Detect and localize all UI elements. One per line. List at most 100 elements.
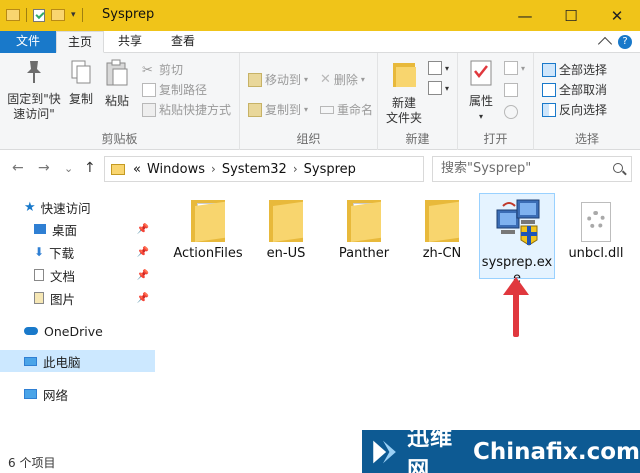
new-folder-label: 新建 文件夹 (385, 96, 422, 125)
select-none-label: 全部取消 (559, 83, 608, 97)
pin-icon[interactable]: 📌 (137, 270, 149, 281)
search-input[interactable]: 搜索"Sysprep" (432, 156, 632, 182)
invert-selection-label: 反向选择 (559, 103, 608, 117)
paste-shortcut-button[interactable]: 粘贴快捷方式 (142, 101, 231, 118)
folder-icon (425, 200, 459, 242)
ribbon: 固定到"快速访问" 复制 粘贴 ✂ 剪切 复制路径 粘贴快捷方式 剪贴板 移动到… (0, 53, 640, 150)
address-overflow[interactable]: « (133, 162, 141, 177)
nav-item-desktop[interactable]: 桌面 📌 (0, 218, 155, 240)
edit-button[interactable] (504, 83, 518, 97)
tab-home[interactable]: 主页 (56, 31, 104, 53)
pin-icon[interactable]: 📌 (137, 247, 149, 258)
nav-network[interactable]: 网络 (0, 383, 155, 405)
chevron-down-icon: ▾ (360, 75, 365, 84)
clipboard-group: 固定到"快速访问" 复制 粘贴 ✂ 剪切 复制路径 粘贴快捷方式 剪贴板 (0, 53, 240, 150)
breadcrumb-system32[interactable]: System32 (222, 162, 287, 177)
minimize-button[interactable]: — (502, 0, 548, 31)
tab-share[interactable]: 共享 (110, 31, 150, 53)
breadcrumb-windows[interactable]: Windows (147, 162, 205, 177)
easy-access-button[interactable]: ▾ (428, 81, 449, 95)
file-item-zh-cn[interactable]: zh-CN (406, 194, 478, 262)
paste-label: 粘贴 (104, 94, 129, 108)
open-button[interactable]: ▾ (504, 61, 525, 75)
copy-path-button[interactable]: 复制路径 (142, 81, 207, 98)
file-item-actionfiles[interactable]: ActionFiles (172, 194, 244, 262)
documents-icon (34, 269, 44, 281)
edit-icon (504, 83, 518, 97)
nav-item-documents[interactable]: 文档 📌 (0, 264, 155, 286)
file-item-unbcl-dll[interactable]: unbcl.dll (558, 194, 634, 262)
copy-button[interactable]: 复制 (64, 59, 98, 107)
star-icon: ★ (24, 199, 36, 215)
invert-selection-button[interactable]: 反向选择 (542, 101, 607, 118)
chinafix-logo (373, 440, 396, 463)
move-to-button[interactable]: 移动到 ▾ (248, 71, 308, 88)
select-none-button[interactable]: 全部取消 (542, 81, 607, 98)
watermark: 迅维网 Chinafix.com (362, 426, 640, 473)
help-icon[interactable]: ? (618, 34, 632, 49)
tab-view[interactable]: 查看 (160, 31, 206, 53)
rename-button[interactable]: 重命名 (320, 101, 373, 118)
toolbar-divider (26, 8, 27, 22)
computer-icon (24, 356, 37, 366)
forward-button[interactable]: → (38, 160, 50, 176)
nav-item-downloads[interactable]: ⬇ 下载 📌 (0, 241, 155, 263)
file-item-sysprep-exe[interactable]: sysprep.exe (479, 193, 555, 286)
chevron-down-icon: ▾ (304, 75, 309, 84)
open-icon (504, 61, 518, 75)
pin-label: 固定到"快速访问" (7, 92, 61, 121)
maximize-button[interactable]: ☐ (548, 0, 594, 31)
select-all-button[interactable]: 全部选择 (542, 61, 607, 78)
back-button[interactable]: ← (12, 160, 24, 176)
organize-group-label: 组织 (296, 132, 321, 146)
tab-file[interactable]: 文件 (0, 31, 56, 53)
new-folder-icon[interactable] (51, 9, 65, 21)
nav-quick-access[interactable]: ★ 快速访问 (0, 196, 155, 218)
item-count: 6 个项目 (8, 456, 56, 470)
collapse-ribbon-icon[interactable] (597, 36, 613, 52)
nav-onedrive[interactable]: OneDrive (0, 320, 155, 342)
delete-button[interactable]: ✕ 删除 ▾ (320, 71, 365, 88)
chevron-right-icon[interactable]: › (293, 162, 298, 176)
new-item-button[interactable]: ▾ (428, 61, 449, 75)
properties-check-icon[interactable] (33, 8, 45, 22)
rename-icon (320, 105, 334, 114)
delete-label: 删除 (333, 73, 358, 87)
open-group-label: 打开 (483, 132, 508, 146)
new-folder-icon (393, 63, 416, 87)
file-item-panther[interactable]: Panther (328, 194, 400, 262)
search-icon[interactable] (613, 163, 623, 173)
cut-label: 剪切 (159, 63, 184, 77)
pin-icon[interactable]: 📌 (137, 224, 149, 235)
properties-button[interactable]: 属性 ▾ (464, 59, 498, 124)
customize-dropdown-icon[interactable]: ▾ (71, 10, 76, 20)
breadcrumb-sysprep[interactable]: Sysprep (304, 162, 356, 177)
paste-button[interactable]: 粘贴 (100, 59, 134, 109)
chevron-down-icon: ▾ (445, 63, 450, 73)
rename-label: 重命名 (337, 103, 374, 117)
nav-item-label: 图片 (50, 291, 76, 307)
copy-to-button[interactable]: 复制到 ▾ (248, 101, 308, 118)
dll-file-icon (581, 202, 611, 242)
pin-icon[interactable]: 📌 (137, 293, 149, 304)
history-button[interactable] (504, 105, 518, 119)
properties-icon (470, 60, 492, 86)
address-bar[interactable]: « Windows › System32 › Sysprep ▾ ↻ (104, 156, 525, 182)
file-item-en-us[interactable]: en-US (250, 194, 322, 262)
history-icon (504, 105, 518, 119)
close-button[interactable]: ✕ (594, 0, 640, 31)
cut-button[interactable]: ✂ 剪切 (142, 61, 183, 78)
copy-icon (71, 60, 91, 84)
new-folder-button[interactable]: 新建 文件夹 (384, 59, 424, 126)
select-all-icon (542, 62, 556, 77)
chevron-right-icon[interactable]: › (211, 162, 216, 176)
copy-label: 复制 (68, 92, 93, 106)
nav-item-pictures[interactable]: 图片 📌 (0, 287, 155, 309)
up-button[interactable]: ↑ (84, 160, 96, 176)
recent-locations-button[interactable]: ⌄ (64, 162, 73, 175)
annotation-arrow (513, 287, 519, 337)
folder-icon[interactable] (6, 9, 20, 21)
pin-to-quick-access-button[interactable]: 固定到"快速访问" (4, 59, 64, 122)
new-item-icon (428, 61, 442, 75)
nav-this-pc[interactable]: 此电脑 (0, 350, 155, 372)
